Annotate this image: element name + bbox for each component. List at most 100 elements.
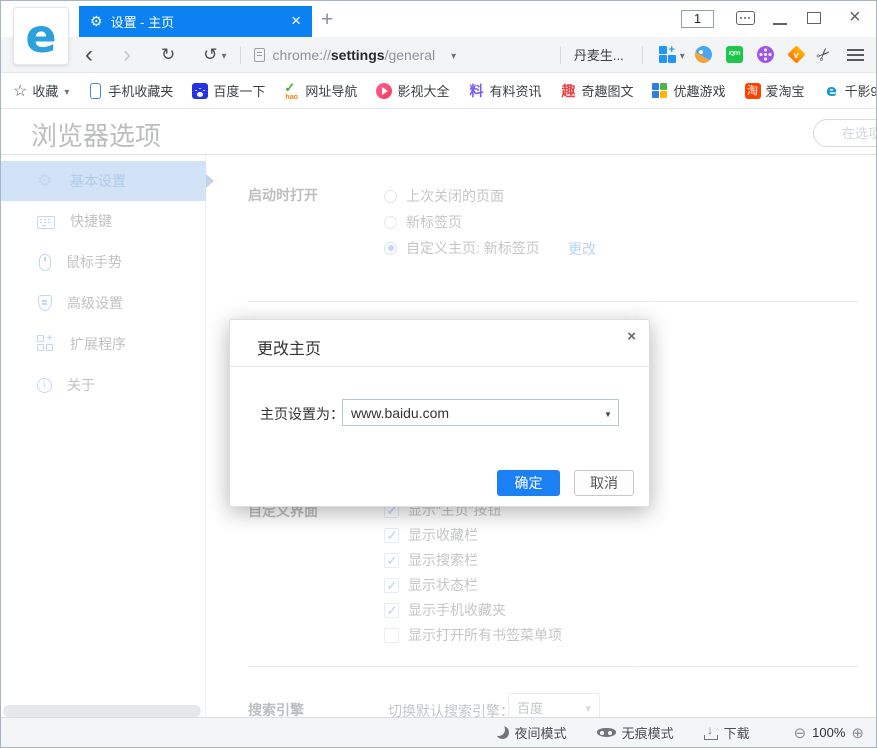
back-button[interactable] — [85, 43, 93, 67]
homepage-input[interactable] — [343, 405, 598, 421]
checkbox-checked-icon[interactable] — [384, 553, 399, 568]
checkbox-option[interactable]: 显示状态栏 — [384, 575, 478, 595]
download-button[interactable]: 下载 — [704, 723, 750, 742]
bookmark-item[interactable]: e千影9块9包邮 — [824, 81, 876, 100]
zoom-level: 100% — [812, 725, 845, 740]
reader-parrot-icon[interactable] — [695, 46, 712, 63]
toolbar-search-box[interactable]: 丹麦生... — [574, 45, 624, 64]
incognito-mode-button[interactable]: 无痕模式 — [597, 723, 674, 742]
radio-icon[interactable] — [384, 216, 397, 229]
bookmark-item[interactable]: 网址导航 — [284, 81, 357, 100]
checkbox-unchecked-icon[interactable] — [384, 628, 399, 643]
qu-char-icon: 趣 — [560, 83, 576, 99]
vip-diamond-icon[interactable]: v — [787, 45, 805, 63]
app-grid-icon[interactable]: + — [659, 46, 676, 63]
e-browser-icon: e — [824, 83, 840, 99]
bookmark-item[interactable]: 优趣游戏 — [652, 81, 725, 100]
bookmark-item[interactable]: 百度一下 — [192, 81, 265, 100]
chevron-down-icon — [585, 699, 591, 717]
bookmarks-bar: 收藏 手机收藏夹 百度一下 网址导航 影视大全 料有料资讯 趣奇趣图文 优趣游戏… — [1, 73, 876, 109]
settings-sidebar: 基本设置 快捷键 鼠标手势 高级设置 + 扩展程序 — [1, 155, 206, 719]
favorites-caret-icon[interactable] — [64, 82, 69, 100]
bookmark-item[interactable]: 手机收藏夹 — [88, 81, 173, 100]
extensions-grid-icon: + — [37, 335, 55, 353]
gear-icon — [90, 13, 103, 31]
app-grid-caret-icon[interactable] — [680, 46, 685, 64]
tab-close-icon[interactable] — [291, 12, 301, 31]
checkbox-option[interactable]: 显示搜索栏 — [384, 550, 478, 570]
page-document-icon — [254, 48, 265, 62]
horizontal-scrollbar[interactable] — [3, 705, 201, 717]
game-grid-icon — [652, 83, 668, 99]
settings-page: 浏览器选项 基本设置 快捷键 鼠标手势 高级设置 — [1, 109, 876, 719]
undo-close-button[interactable] — [203, 46, 217, 64]
bookmark-item[interactable]: 影视大全 — [376, 81, 449, 100]
maximize-button[interactable] — [807, 12, 821, 24]
divider — [240, 46, 241, 64]
divider — [248, 666, 858, 667]
video-reel-icon[interactable] — [757, 46, 774, 63]
radio-option[interactable]: 自定义主页: 新标签页 — [384, 238, 540, 258]
combobox-dropdown-icon[interactable] — [598, 404, 618, 422]
url-dropdown-caret-icon[interactable] — [451, 46, 456, 64]
iqiyi-icon[interactable]: iQIYI — [726, 46, 743, 63]
mouse-icon — [39, 254, 51, 271]
night-mode-button[interactable]: 夜间模式 — [496, 723, 567, 742]
dialog-close-icon[interactable] — [627, 328, 636, 345]
bookmark-item[interactable]: 趣奇趣图文 — [560, 81, 633, 100]
checkbox-checked-icon[interactable] — [384, 603, 399, 618]
reload-button[interactable] — [161, 46, 175, 64]
mask-icon — [597, 728, 616, 737]
navigation-toolbar: chrome://settings/general 丹麦生... + iQIYI… — [1, 37, 876, 73]
shield-icon — [38, 295, 52, 311]
bookmark-item[interactable]: 料有料资讯 — [468, 81, 541, 100]
forward-button[interactable] — [123, 43, 131, 67]
radio-selected-icon[interactable] — [384, 242, 397, 255]
sidebar-item-basic-settings[interactable]: 基本设置 — [1, 161, 206, 201]
browser-logo[interactable]: e — [13, 7, 69, 65]
dialog-header: 更改主页 — [230, 320, 649, 367]
window-close-button[interactable] — [849, 6, 861, 29]
checkbox-option[interactable]: 显示打开所有书签菜单项 — [384, 625, 562, 645]
new-tab-button[interactable] — [321, 8, 333, 32]
sidebar-item-mouse-gestures[interactable]: 鼠标手势 — [1, 248, 206, 276]
sidebar-item-about[interactable]: i 关于 — [1, 371, 206, 399]
checkbox-option[interactable]: 显示手机收藏夹 — [384, 600, 506, 620]
zoom-in-icon[interactable] — [851, 724, 864, 742]
ok-button[interactable]: 确定 — [497, 470, 560, 496]
video-play-icon — [376, 83, 392, 99]
baidu-paw-icon — [192, 83, 208, 99]
homepage-field-label: 主页设置为： — [260, 404, 344, 424]
radio-option[interactable]: 新标签页 — [384, 212, 462, 232]
page-title: 浏览器选项 — [31, 116, 161, 153]
checkbox-checked-icon[interactable] — [384, 578, 399, 593]
screenshot-scissors-icon[interactable] — [817, 45, 831, 65]
sidebar-item-shortcuts[interactable]: 快捷键 — [1, 207, 206, 235]
address-url[interactable]: chrome://settings/general — [273, 47, 436, 63]
zoom-out-icon[interactable] — [794, 724, 807, 742]
moon-icon — [496, 726, 509, 739]
menu-hamburger-icon[interactable] — [847, 49, 864, 51]
feedback-bubble-icon[interactable] — [736, 11, 755, 25]
radio-option[interactable]: 上次关闭的页面 — [384, 186, 504, 206]
homepage-combobox[interactable] — [342, 399, 619, 426]
sidebar-item-advanced-settings[interactable]: 高级设置 — [1, 289, 206, 317]
options-search-input[interactable] — [813, 119, 876, 147]
cancel-button[interactable]: 取消 — [574, 470, 634, 496]
tab-settings[interactable]: 设置 - 主页 — [79, 6, 312, 37]
undo-dropdown-caret-icon[interactable] — [222, 46, 227, 64]
star-icon — [13, 81, 27, 101]
browser-window: 设置 - 主页 1 e chrome://settings/general 丹麦… — [0, 0, 877, 748]
favorites-button[interactable]: 收藏 — [13, 81, 69, 101]
search-engine-select[interactable]: 百度 — [508, 693, 600, 719]
minimize-button[interactable] — [773, 23, 787, 25]
checkbox-option[interactable]: 显示收藏栏 — [384, 525, 478, 545]
change-homepage-link[interactable]: 更改 — [568, 239, 596, 259]
radio-icon[interactable] — [384, 190, 397, 203]
download-icon — [704, 726, 718, 740]
checkbox-checked-icon[interactable] — [384, 528, 399, 543]
bookmark-item[interactable]: 淘爱淘宝 — [745, 81, 805, 100]
tab-count-badge[interactable]: 1 — [681, 10, 714, 28]
sidebar-item-extensions[interactable]: + 扩展程序 — [1, 330, 206, 358]
hao123-icon — [284, 83, 300, 99]
